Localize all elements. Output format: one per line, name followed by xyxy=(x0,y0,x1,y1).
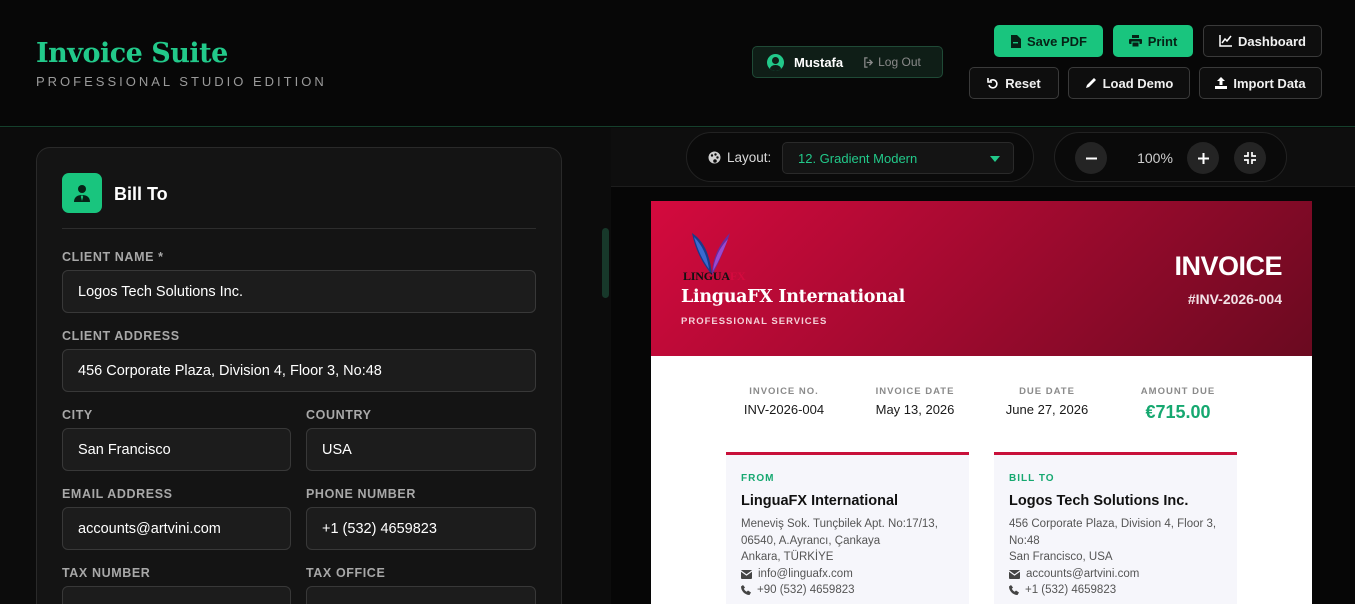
compress-icon xyxy=(1244,152,1256,164)
print-label: Print xyxy=(1147,33,1178,49)
zoom-level: 100% xyxy=(1137,150,1173,166)
from-address-line: Ankara, TÜRKİYE xyxy=(741,551,834,563)
phone-label: PHONE NUMBER xyxy=(306,487,416,501)
preview-toolbar: Layout: 12. Gradient Modern 100% xyxy=(611,128,1355,187)
from-address-line: 06540, A.Ayrancı, Çankaya xyxy=(741,535,881,547)
save-pdf-button[interactable]: Save PDF xyxy=(994,25,1103,57)
tax-number-input[interactable] xyxy=(62,586,291,604)
logout-button[interactable]: Log Out xyxy=(863,55,921,69)
minus-icon xyxy=(1085,157,1097,159)
from-heading: FROM xyxy=(741,473,775,484)
meta-amount-due: AMOUNT DUE €715.00 xyxy=(1140,386,1216,422)
logo-wordmark: LINGUAFX xyxy=(683,269,746,283)
tax-office-label: TAX OFFICE xyxy=(306,566,386,580)
reset-label: Reset xyxy=(1005,75,1041,91)
phone-icon xyxy=(1009,585,1019,595)
printer-icon xyxy=(1128,35,1142,47)
zoom-out-button[interactable] xyxy=(1075,142,1107,174)
invoice-title: INVOICE xyxy=(1174,251,1282,281)
bill-to-card: Bill To CLIENT NAME * CLIENT ADDRESS CIT… xyxy=(36,147,562,604)
layout-select[interactable]: 12. Gradient Modern xyxy=(782,142,1014,174)
layout-select-value: 12. Gradient Modern xyxy=(798,151,918,166)
client-name-label: CLIENT NAME * xyxy=(62,250,164,264)
phone-icon xyxy=(741,585,751,595)
layout-group: Layout: 12. Gradient Modern xyxy=(686,132,1034,182)
dashboard-button[interactable]: Dashboard xyxy=(1203,25,1322,57)
bill-to-heading: BILL TO xyxy=(1009,473,1055,484)
layout-label: Layout: xyxy=(727,150,772,165)
fit-screen-button[interactable] xyxy=(1234,142,1266,174)
tax-office-input[interactable] xyxy=(306,586,536,604)
zoom-group: 100% xyxy=(1054,132,1287,182)
envelope-icon xyxy=(741,569,752,579)
from-email: info@linguafx.com xyxy=(741,568,853,580)
client-address-label: CLIENT ADDRESS xyxy=(62,329,180,343)
invoice-number: #INV-2026-004 xyxy=(1187,291,1282,307)
user-avatar-icon xyxy=(767,53,784,71)
bill-to-address-line: 456 Corporate Plaza, Division 4, Floor 3… xyxy=(1009,518,1217,530)
tax-number-label: TAX NUMBER xyxy=(62,566,151,580)
load-demo-label: Load Demo xyxy=(1102,75,1174,91)
bill-to-name: Logos Tech Solutions Inc. xyxy=(1009,493,1189,509)
upload-icon xyxy=(1215,77,1228,89)
bill-to-address-line: San Francisco, USA xyxy=(1009,551,1113,563)
save-pdf-label: Save PDF xyxy=(1027,33,1087,49)
caret-down-icon xyxy=(990,156,1000,162)
country-input[interactable] xyxy=(306,428,536,471)
card-divider xyxy=(62,228,536,229)
company-tagline: PROFESSIONAL SERVICES xyxy=(681,316,828,327)
dashboard-label: Dashboard xyxy=(1238,33,1306,49)
layout-label-wrap: Layout: xyxy=(708,150,771,165)
palette-icon xyxy=(708,151,721,164)
import-data-button[interactable]: Import Data xyxy=(1199,67,1322,99)
app-header: Invoice Suite PROFESSIONAL STUDIO EDITIO… xyxy=(0,0,1355,127)
chart-line-icon xyxy=(1219,35,1233,47)
from-phone: +90 (532) 4659823 xyxy=(741,584,855,596)
city-label: CITY xyxy=(62,408,93,422)
brand-subtitle: PROFESSIONAL STUDIO EDITION xyxy=(36,74,327,89)
pencil-icon xyxy=(1085,78,1096,88)
company-name: LinguaFX International xyxy=(681,287,905,307)
load-demo-button[interactable]: Load Demo xyxy=(1068,67,1190,99)
print-button[interactable]: Print xyxy=(1113,25,1193,57)
zoom-in-button[interactable] xyxy=(1187,142,1219,174)
plus-icon xyxy=(1197,152,1209,164)
card-title: Bill To xyxy=(114,184,168,204)
form-panel: Bill To CLIENT NAME * CLIENT ADDRESS CIT… xyxy=(0,128,611,604)
preview-panel: Layout: 12. Gradient Modern 100% LINGUAF… xyxy=(611,128,1355,604)
meta-invoice-no: INVOICE NO. INV-2026-004 xyxy=(743,386,825,417)
user-tie-icon xyxy=(62,173,102,213)
country-label: COUNTRY xyxy=(306,408,372,422)
logout-icon xyxy=(864,56,874,68)
invoice-header: LINGUAFX LinguaFX International PROFESSI… xyxy=(651,201,1312,356)
client-name-input[interactable] xyxy=(62,270,536,313)
bill-to-address-line: No:48 xyxy=(1009,535,1040,547)
from-box: FROM LinguaFX International Meneviş Sok.… xyxy=(726,452,969,604)
user-name: Mustafa xyxy=(794,54,844,70)
bill-to-box: BILL TO Logos Tech Solutions Inc. 456 Co… xyxy=(994,452,1237,604)
meta-due-date: DUE DATE June 27, 2026 xyxy=(1005,386,1089,417)
bill-to-phone: +1 (532) 4659823 xyxy=(1009,584,1116,596)
brand-title: Invoice Suite xyxy=(36,38,228,69)
envelope-icon xyxy=(1009,569,1020,579)
city-input[interactable] xyxy=(62,428,291,471)
logout-label: Log Out xyxy=(878,55,921,69)
user-badge: Mustafa Log Out xyxy=(752,46,943,78)
email-label: EMAIL ADDRESS xyxy=(62,487,173,501)
meta-invoice-date: INVOICE DATE May 13, 2026 xyxy=(875,386,955,417)
invoice-document: LINGUAFX LinguaFX International PROFESSI… xyxy=(651,201,1312,604)
bill-to-email: accounts@artvini.com xyxy=(1009,568,1139,580)
from-address-line: Meneviş Sok. Tunçbilek Apt. No:17/13, xyxy=(741,518,938,530)
email-input[interactable] xyxy=(62,507,291,550)
client-address-input[interactable] xyxy=(62,349,536,392)
import-data-label: Import Data xyxy=(1233,75,1306,91)
phone-input[interactable] xyxy=(306,507,536,550)
undo-icon xyxy=(987,78,998,89)
reset-button[interactable]: Reset xyxy=(969,67,1059,99)
from-name: LinguaFX International xyxy=(741,493,899,509)
form-scrollbar[interactable] xyxy=(602,228,609,298)
file-pdf-icon xyxy=(1011,34,1021,48)
